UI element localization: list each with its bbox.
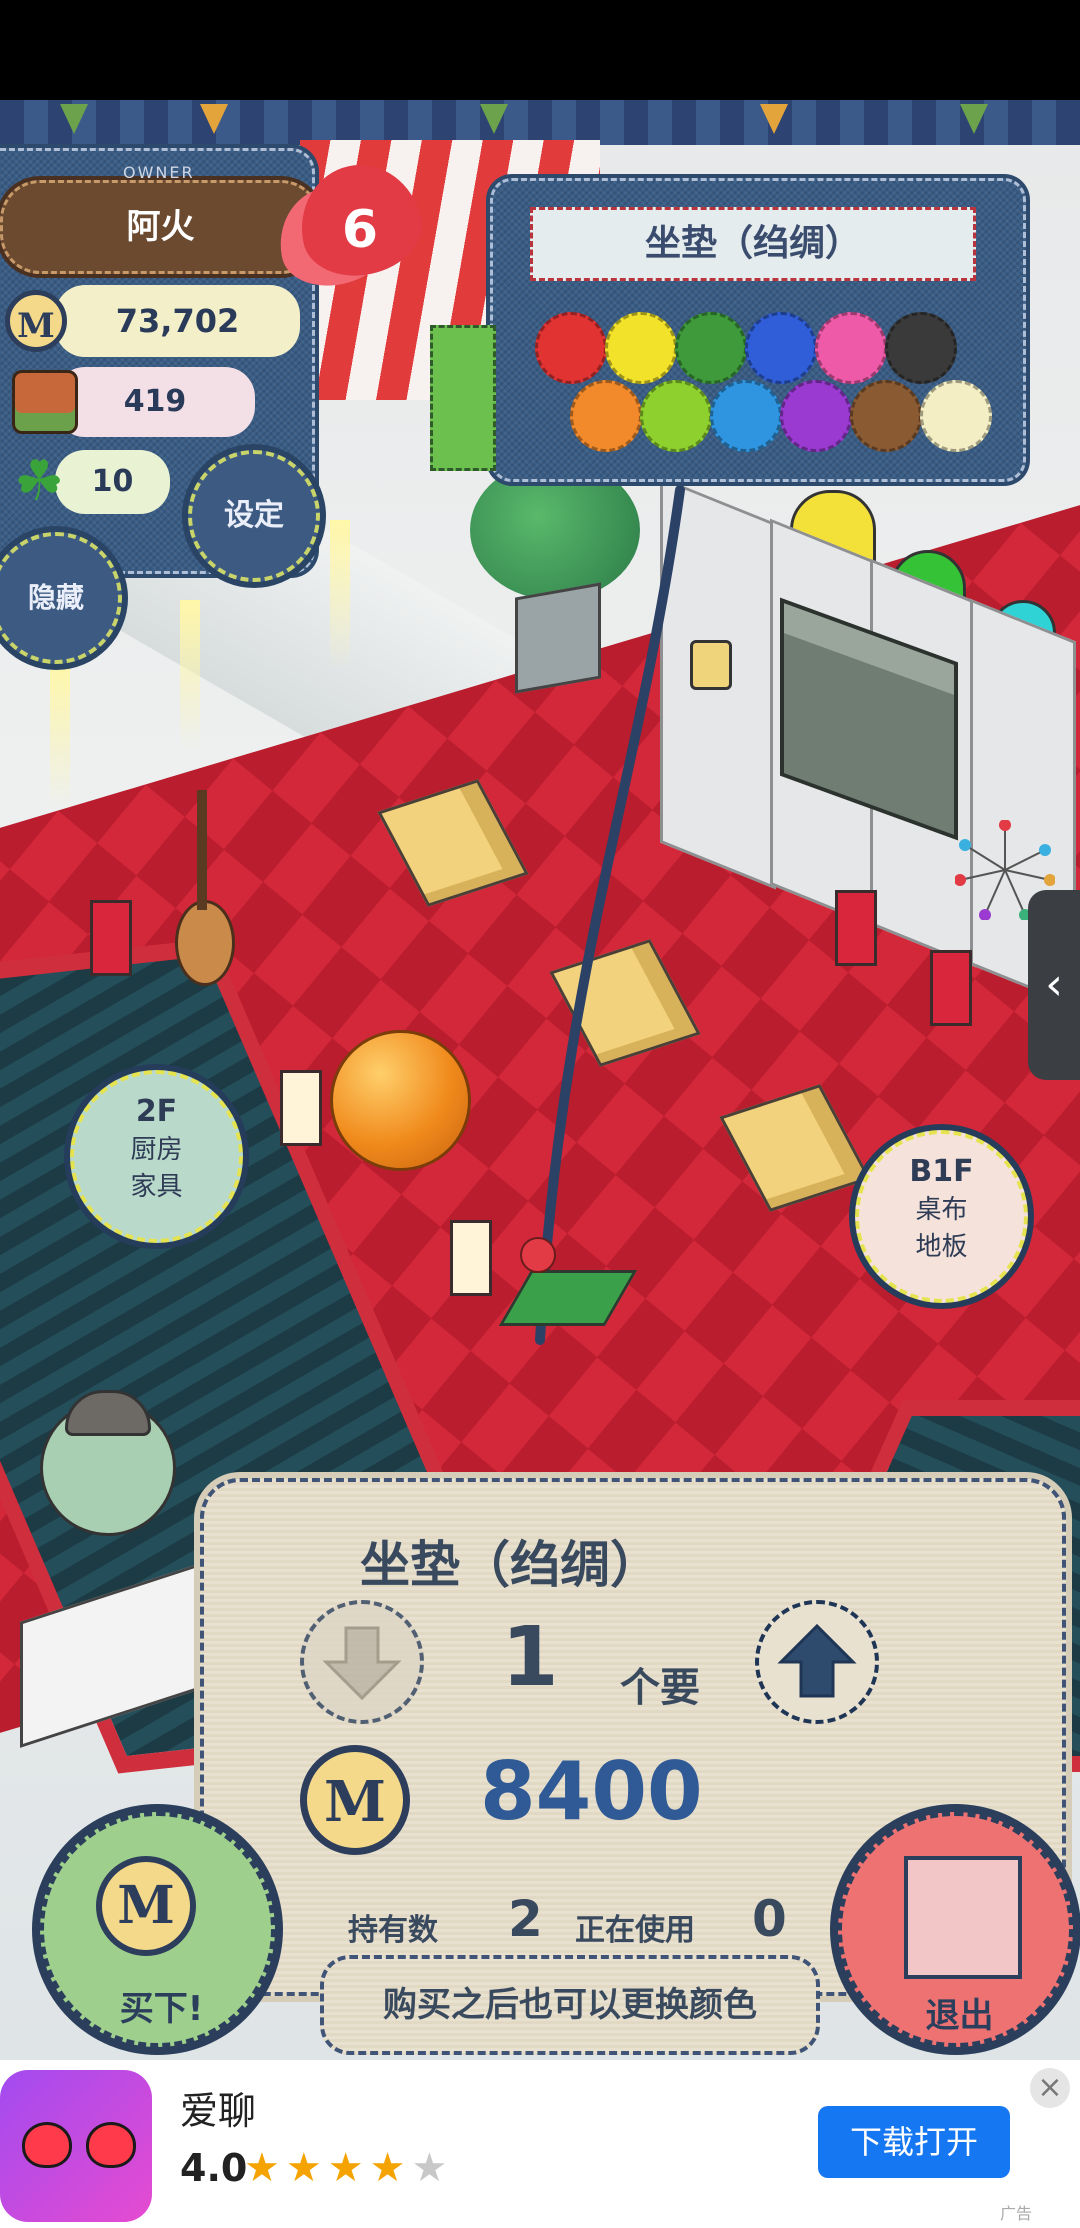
star-icon: ★ (244, 2145, 280, 2191)
app-rating: 4.0 (180, 2146, 248, 2190)
door-icon (904, 1856, 1022, 1979)
clovers-display: 10 (55, 450, 170, 514)
star-icon: ★ (411, 2145, 448, 2191)
ad-label: 广告 (1000, 2204, 1033, 2223)
floor-up-line1: 厨房 (130, 1135, 183, 1165)
color-swatch[interactable] (920, 380, 992, 452)
pennant (960, 104, 988, 134)
coin-icon: M (5, 290, 67, 352)
owner-small-label: OWNER (123, 163, 195, 182)
exit-button[interactable]: 退出 (838, 1812, 1073, 2047)
in-use-count: 0 (752, 1890, 787, 1948)
supplies-display: 419 (55, 367, 255, 437)
color-swatch[interactable] (780, 380, 852, 452)
arrow-up-icon (777, 1623, 857, 1698)
color-swatches (535, 312, 1015, 462)
floor-up-label: 2F (135, 1094, 178, 1129)
color-swatch[interactable] (675, 312, 747, 384)
status-bar (0, 0, 1080, 100)
star-icon: ★ (327, 2145, 364, 2191)
exit-button-label: 退出 (925, 1996, 994, 2036)
rating-stars: ★ ★ ★ ★ ★ (244, 2144, 453, 2192)
owned-label: 持有数 (348, 1913, 438, 1948)
warning-sign (90, 900, 132, 976)
spotlight (330, 520, 350, 670)
warning-sign (835, 890, 877, 966)
buy-button[interactable]: M 买下! (40, 1812, 275, 2047)
app-icon[interactable] (0, 2070, 152, 2222)
purchase-item-name: 坐垫（绉绸） (360, 1536, 660, 1594)
hide-button-label: 隐藏 (27, 581, 84, 614)
heart-eye-icon (86, 2122, 136, 2168)
color-swatch[interactable] (570, 380, 642, 452)
menu-sign (280, 1070, 322, 1146)
price-coin-icon: M (300, 1745, 410, 1855)
app-name: 爱聊 (180, 2089, 257, 2133)
owner-name: 阿火 (126, 207, 195, 247)
download-button[interactable]: 下载打开 (818, 2106, 1010, 2178)
coins-value: 73,702 (115, 302, 240, 340)
placement-line (535, 485, 685, 1345)
star-icon: ★ (285, 2145, 322, 2191)
coins-display: 73,702 (55, 285, 300, 357)
warning-sign (930, 950, 972, 1026)
pennant (60, 104, 88, 134)
buy-coin-icon: M (96, 1856, 196, 1956)
side-tab (430, 325, 496, 471)
owner-name-plate: OWNER 阿火 (0, 163, 321, 274)
close-ad-button[interactable]: × (1030, 2068, 1070, 2108)
clover-icon: ☘ (14, 449, 65, 514)
floor-down-label: B1F (909, 1154, 974, 1189)
quantity-decrease-button[interactable] (300, 1600, 424, 1724)
color-swatch[interactable] (535, 312, 607, 384)
clovers-value: 10 (91, 464, 134, 499)
color-swatch[interactable] (605, 312, 677, 384)
color-swatch[interactable] (745, 312, 817, 384)
spotlight (180, 600, 200, 750)
side-panel-handle[interactable]: ‹ (1028, 890, 1080, 1080)
buy-button-label: 买下! (119, 1989, 204, 2029)
guitar-neck (197, 790, 207, 910)
color-swatch[interactable] (885, 312, 957, 384)
placement-pin[interactable] (520, 1237, 556, 1273)
floor-down-bubble[interactable]: B1F 桌布 地板 (855, 1130, 1028, 1303)
owned-count: 2 (508, 1890, 543, 1948)
color-swatch[interactable] (815, 312, 887, 384)
hearts-count: 6 (341, 200, 379, 260)
color-picker-title: 坐垫（绉绸） (530, 207, 976, 281)
pennant (480, 104, 508, 134)
color-swatch[interactable] (640, 380, 712, 452)
color-change-note: 购买之后也可以更换颜色 (320, 1955, 820, 2055)
color-swatch[interactable] (710, 380, 782, 452)
quantity-value: 1 (501, 1610, 559, 1705)
quantity-increase-button[interactable] (755, 1600, 879, 1724)
floor-up-line2: 家具 (130, 1172, 183, 1202)
guitar-item[interactable] (175, 900, 235, 986)
pennant (200, 104, 228, 134)
supplies-value: 419 (123, 384, 187, 419)
color-swatch[interactable] (850, 380, 922, 452)
star-icon: ★ (369, 2145, 406, 2191)
floor-down-line2: 地板 (915, 1232, 968, 1262)
basket-icon (12, 370, 78, 434)
quantity-unit: 个要 (620, 1665, 700, 1711)
ad-banner[interactable]: 爱聊 4.0 ★ ★ ★ ★ ★ 下载打开 × 广告 (0, 2060, 1080, 2228)
settings-button[interactable]: 设定 (188, 450, 320, 582)
in-use-label: 正在使用 (575, 1913, 695, 1948)
heart-eye-icon (22, 2122, 72, 2168)
bunting-decoration (0, 100, 1080, 145)
pennant (760, 104, 788, 134)
spotlight (50, 660, 70, 810)
price-value: 8400 (480, 1745, 703, 1838)
arrow-down-icon (322, 1626, 402, 1701)
floor-down-line1: 桌布 (915, 1195, 968, 1225)
floor-up-bubble[interactable]: 2F 厨房 家具 (70, 1070, 243, 1243)
